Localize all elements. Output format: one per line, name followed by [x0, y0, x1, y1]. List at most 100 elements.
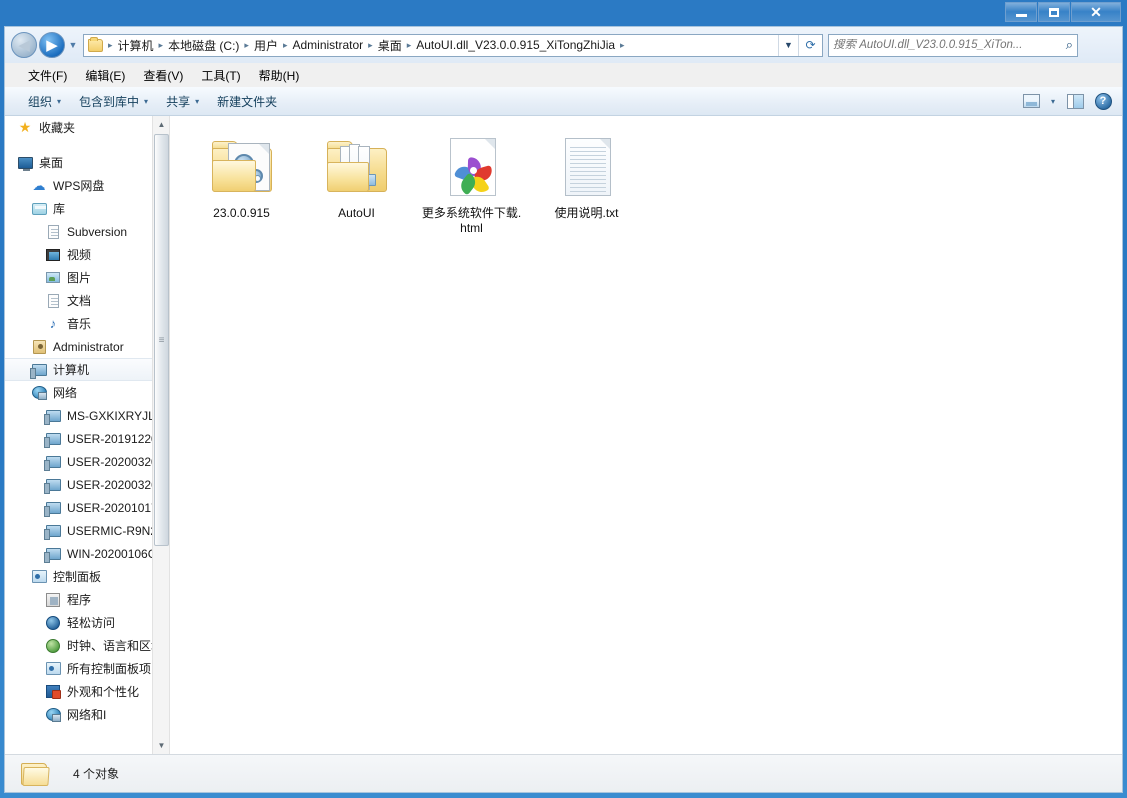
chevron-up-icon: ▲ [157, 120, 166, 129]
close-button[interactable]: ✕ [1071, 2, 1121, 22]
file-list-pane[interactable]: 23.0.0.915 AutoUI 更多系统软件下载.html 使用说明.txt [170, 116, 1122, 754]
computer-icon [43, 523, 61, 540]
breadcrumb-item-local-disk[interactable]: 本地磁盘 (C:) [165, 36, 242, 55]
menu-help[interactable]: 帮助(H) [250, 64, 309, 87]
sidebar-item-network[interactable]: 网络 [5, 381, 169, 404]
help-button[interactable]: ? [1090, 90, 1116, 112]
breadcrumb-item-current-folder[interactable]: AutoUI.dll_V23.0.0.915_XiTongZhiJia [413, 37, 618, 53]
new-folder-label: 新建文件夹 [217, 94, 278, 109]
chevron-down-icon: ▾ [1050, 96, 1055, 106]
sidebar-item-library[interactable]: 库 [5, 197, 169, 220]
file-item[interactable]: AutoUI [299, 130, 414, 250]
breadcrumb-item-computer[interactable]: 计算机 [115, 36, 157, 55]
breadcrumb-item-administrator[interactable]: Administrator [289, 37, 366, 53]
scroll-down-button[interactable]: ▼ [153, 737, 169, 754]
sidebar-item-label: 所有控制面板项 [67, 662, 152, 676]
scroll-up-button[interactable]: ▲ [153, 116, 169, 133]
scrollbar-thumb[interactable] [154, 134, 169, 546]
include-in-library-button[interactable]: 包含到库中 ▾ [70, 90, 157, 113]
file-item[interactable]: 更多系统软件下载.html [414, 130, 529, 250]
sidebar-item-favorites[interactable]: ★ 收藏夹 [5, 116, 169, 139]
search-box[interactable]: ⌕ [828, 33, 1078, 57]
clock-language-icon [45, 638, 61, 654]
minimize-button[interactable] [1005, 2, 1037, 22]
breadcrumb-separator: ▸ [158, 39, 164, 50]
sidebar-item-network-computer[interactable]: USER-20191220I [5, 427, 169, 450]
sidebar-item-label: 计算机 [53, 363, 90, 377]
sidebar-item-label: WPS网盘 [53, 179, 105, 193]
sidebar-item-label: 图片 [67, 271, 92, 285]
sidebar-item-administrator[interactable]: Administrator [5, 335, 169, 358]
sidebar-item-appearance-personalization[interactable]: 外观和个性化 [5, 680, 169, 703]
forward-button[interactable]: ▶ [39, 32, 65, 58]
sidebar-item-network-computer[interactable]: WIN-20200106G [5, 542, 169, 565]
share-button[interactable]: 共享 ▾ [157, 90, 208, 113]
search-input[interactable] [833, 39, 1066, 51]
sidebar-item-ease-of-access[interactable]: 轻松访问 [5, 611, 169, 634]
sidebar-item-subversion[interactable]: Subversion [5, 220, 169, 243]
menu-tools[interactable]: 工具(T) [192, 64, 249, 87]
sidebar-item-label: USERMIC-R9N2S [67, 523, 166, 538]
new-folder-button[interactable]: 新建文件夹 [208, 90, 286, 113]
computer-icon [43, 500, 61, 517]
refresh-button[interactable]: ⟳ [798, 34, 822, 56]
address-bar[interactable]: ▸ 计算机 ▸ 本地磁盘 (C:) ▸ 用户 ▸ Administrator ▸… [83, 33, 823, 57]
chevron-down-icon: ▾ [57, 96, 62, 106]
sidebar-item-label: 轻松访问 [67, 616, 116, 630]
sidebar-item-computer[interactable]: 计算机 [5, 358, 169, 381]
sidebar-item-pictures[interactable]: 图片 [5, 266, 169, 289]
menu-edit[interactable]: 编辑(E) [76, 64, 134, 87]
chevron-down-icon: ▼ [68, 40, 78, 50]
menu-file[interactable]: 文件(F) [19, 64, 76, 87]
history-dropdown-button[interactable]: ▼ [65, 33, 81, 57]
sidebar-item-music[interactable]: ♪ 音乐 [5, 312, 169, 335]
file-item[interactable]: 使用说明.txt [529, 130, 644, 250]
sidebar-item-network-computer[interactable]: MS-GXKIXRYJLV [5, 404, 169, 427]
sidebar-item-network-computer[interactable]: USER-20200326Y [5, 473, 169, 496]
item-count-label: 4 个对象 [73, 767, 120, 781]
address-dropdown-button[interactable]: ▼ [778, 34, 798, 56]
sidebar-item-clock-language-region[interactable]: 时钟、语言和区域 [5, 634, 169, 657]
file-name: AutoUI [338, 206, 375, 220]
sidebar-item-network-computer[interactable]: USER-20201017I [5, 496, 169, 519]
computer-icon [43, 477, 61, 494]
sidebar-item-label: 音乐 [67, 317, 92, 331]
sidebar-item-label: 外观和个性化 [67, 685, 140, 699]
sidebar-item-label: 时钟、语言和区域 [67, 639, 164, 653]
organize-button[interactable]: 组织 ▾ [19, 90, 70, 113]
view-mode-button[interactable] [1018, 90, 1044, 112]
sidebar-item-all-control-panel-items[interactable]: 所有控制面板项 [5, 657, 169, 680]
back-button[interactable]: ◀ [11, 32, 37, 58]
sidebar-item-documents[interactable]: 文档 [5, 289, 169, 312]
chevron-down-icon: ▼ [784, 40, 793, 50]
picture-icon [45, 270, 61, 286]
file-item[interactable]: 23.0.0.915 [184, 130, 299, 250]
help-icon: ? [1094, 92, 1112, 110]
preview-pane-button[interactable] [1062, 90, 1088, 112]
sidebar-item-programs[interactable]: 程序 [5, 588, 169, 611]
breadcrumb-item-users[interactable]: 用户 [251, 36, 281, 55]
breadcrumb-separator: ▸ [368, 39, 373, 50]
sidebar-item-network-computer[interactable]: USERMIC-R9N2S [5, 519, 169, 542]
sidebar-item-label: USER-20200326Y [67, 477, 166, 492]
search-icon[interactable]: ⌕ [1066, 37, 1073, 53]
sidebar-item-videos[interactable]: 视频 [5, 243, 169, 266]
monitor-icon [17, 155, 33, 171]
view-mode-dropdown[interactable]: ▾ [1046, 90, 1060, 112]
sidebar-item-network-internet[interactable]: 网络和I [5, 703, 169, 726]
maximize-button[interactable] [1038, 2, 1070, 22]
sidebar-item-wps-cloud[interactable]: ☁ WPS网盘 [5, 174, 169, 197]
address-row: ◀ ▶ ▼ ▸ 计算机 ▸ 本地磁盘 (C:) ▸ 用户 ▸ Administr… [5, 27, 1122, 63]
forward-arrow-icon: ▶ [46, 37, 58, 54]
sidebar-item-network-computer[interactable]: USER-20200320U [5, 450, 169, 473]
sidebar-item-label: 程序 [67, 593, 92, 607]
refresh-icon: ⟳ [805, 38, 816, 52]
sidebar-item-desktop[interactable]: 桌面 [5, 151, 169, 174]
sidebar-scrollbar[interactable]: ▲ ▼ [152, 116, 169, 754]
text-file-icon [551, 130, 623, 202]
breadcrumb-item-desktop[interactable]: 桌面 [375, 36, 405, 55]
menu-view[interactable]: 查看(V) [134, 64, 192, 87]
share-label: 共享 [166, 94, 191, 109]
breadcrumb-separator: ▸ [620, 39, 625, 50]
sidebar-item-control-panel[interactable]: 控制面板 [5, 565, 169, 588]
